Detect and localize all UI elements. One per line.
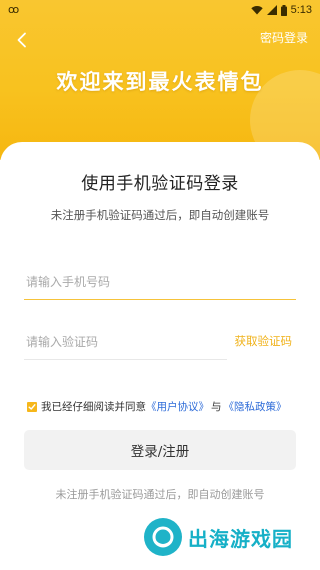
checkmark-icon xyxy=(28,403,36,410)
watermark-text: 出海游戏园 xyxy=(188,526,293,551)
login-subtitle: 未注册手机验证码通过后，即自动创建账号 xyxy=(50,208,270,222)
phone-input[interactable] xyxy=(24,267,298,297)
chevron-left-icon xyxy=(17,32,26,48)
battery-icon xyxy=(280,4,287,16)
watermark-logo-icon xyxy=(144,518,182,556)
status-right: 5:13 xyxy=(250,2,312,18)
status-bar: ꝏ 5:13 xyxy=(0,0,320,20)
signal-icon xyxy=(266,5,277,15)
app-notification-icon: ꝏ xyxy=(8,3,20,16)
back-button[interactable] xyxy=(8,26,36,54)
agreement-and: 与 xyxy=(211,401,222,413)
agreement-checkbox[interactable] xyxy=(27,401,37,412)
bottom-note: 未注册手机验证码通过后，即自动创建账号 xyxy=(55,488,265,501)
privacy-policy-link[interactable]: 《隐私政策》 xyxy=(224,399,287,414)
get-code-button[interactable]: 获取验证码 xyxy=(235,333,293,349)
wifi-icon xyxy=(250,6,263,15)
login-register-button[interactable]: 登录/注册 xyxy=(24,430,296,470)
watermark: 出海游戏园 xyxy=(144,518,293,556)
login-card: 使用手机验证码登录 未注册手机验证码通过后，即自动创建账号 获取验证码 我已经仔… xyxy=(0,142,320,570)
password-login-link[interactable]: 密码登录 xyxy=(260,29,308,46)
agreement-prefix: 我已经仔细阅读并同意 xyxy=(41,401,146,413)
verification-code-input[interactable] xyxy=(24,327,229,357)
code-field xyxy=(24,327,229,360)
welcome-title: 欢迎来到最火表情包 xyxy=(56,70,264,94)
phone-field xyxy=(24,267,298,300)
login-title: 使用手机验证码登录 xyxy=(81,174,239,194)
user-agreement-link[interactable]: 《用户协议》 xyxy=(146,399,209,414)
agreement-row: 我已经仔细阅读并同意 《用户协议》 与 《隐私政策》 xyxy=(27,399,287,414)
status-time: 5:13 xyxy=(290,4,312,16)
login-button-label: 登录/注册 xyxy=(130,444,190,460)
